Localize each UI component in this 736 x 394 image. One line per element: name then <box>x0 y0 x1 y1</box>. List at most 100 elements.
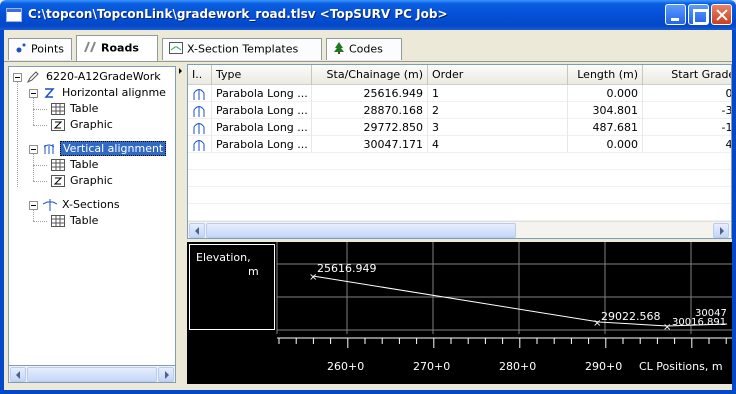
table-row[interactable]: Parabola Long ...28870.1682304.801-3.0 <box>188 102 731 119</box>
roads-tree[interactable]: 6220-A12GradeWork Horizontal alignme Tab… <box>8 66 176 366</box>
table-cell[interactable]: -3.0 <box>643 102 731 119</box>
scroll-right-button[interactable] <box>158 367 174 382</box>
table-cell[interactable]: 30047.171 <box>312 136 428 153</box>
table-cell[interactable]: -1.5 <box>643 119 731 136</box>
tab-codes-label: Codes <box>349 42 383 56</box>
column-header-length[interactable]: Length (m) <box>568 65 643 85</box>
table-cell[interactable]: 0.0 <box>643 85 732 102</box>
parabola-icon <box>188 85 212 102</box>
y-axis-box: Elevation, m <box>189 244 275 330</box>
tree-x-table-label: Table <box>70 214 99 227</box>
x-axis-label: CL Positions, m <box>639 360 723 373</box>
collapse-icon[interactable] <box>29 201 38 210</box>
y-axis-label: Elevation, m <box>196 251 259 279</box>
scroll-thumb[interactable] <box>206 223 516 238</box>
table-cell[interactable]: Parabola Long ... <box>212 119 312 136</box>
x-tick-label: 280+0 <box>499 360 537 373</box>
tree-root-label: 6220-A12GradeWork <box>46 70 161 83</box>
vertical-alignment-icon <box>43 143 55 154</box>
point-label: 25616.949 <box>317 262 377 275</box>
xsections-icon <box>43 198 57 211</box>
minimize-button[interactable] <box>665 4 686 25</box>
tree-v-table-label: Table <box>70 158 99 171</box>
table-cell[interactable]: 29772.850 <box>312 119 428 136</box>
table-icon <box>51 102 65 115</box>
tree-v-graphic-label: Graphic <box>70 174 113 187</box>
table-cell[interactable]: Parabola Long ... <box>212 136 312 153</box>
pencil-icon <box>27 70 39 83</box>
x-tick-label: 290+0 <box>585 360 623 373</box>
y-axis-title-line1: Elevation, <box>196 251 251 264</box>
table-horizontal-scrollbar[interactable] <box>188 221 731 238</box>
svg-text:×: × <box>663 322 671 333</box>
table-cell[interactable]: 2 <box>428 102 568 119</box>
table-row[interactable]: Parabola Long ...25616.94910.0000.0 <box>188 85 732 102</box>
table-cell[interactable]: 4.5 <box>643 136 732 153</box>
tab-codes[interactable]: Codes <box>326 38 402 60</box>
graphic-icon <box>51 118 65 131</box>
collapse-icon[interactable] <box>13 73 22 82</box>
tab-roads-label: Roads <box>101 41 139 55</box>
table-cell[interactable]: 1 <box>428 85 568 102</box>
close-button[interactable] <box>711 4 732 25</box>
point-label: 29022.568 <box>601 310 661 323</box>
tree-vertical-label: Vertical alignment <box>60 141 167 156</box>
tree-horizontal-scrollbar[interactable] <box>8 366 176 383</box>
tab-roads[interactable]: Roads <box>76 35 158 61</box>
column-header-index[interactable]: I.. <box>188 65 212 85</box>
codes-icon <box>333 42 345 57</box>
tab-strip: Points Roads X-Section Templates Codes <box>4 32 732 62</box>
column-header-start-grade[interactable]: Start Grade ( <box>643 65 731 85</box>
tab-xsection-templates-label: X-Section Templates <box>187 42 299 56</box>
tab-panel-border <box>4 61 732 62</box>
table-cell[interactable]: 304.801 <box>568 102 643 119</box>
alignment-table[interactable]: I.. Type Sta/Chainage (m) Order Length (… <box>187 64 732 239</box>
table-row[interactable]: Parabola Long ...29772.8503487.681-1.5 <box>188 119 731 136</box>
parabola-icon <box>188 102 212 119</box>
table-cell[interactable]: 0.000 <box>568 136 643 153</box>
title-bar[interactable]: C:\topcon\TopconLink\gradework_road.tlsv… <box>0 0 736 30</box>
table-icon <box>51 158 65 171</box>
roads-icon <box>83 41 97 56</box>
table-cell[interactable]: 3 <box>428 119 568 136</box>
y-axis-title-line2: m <box>248 265 259 278</box>
point-label: 30047 <box>695 308 727 319</box>
x-tick-label: 270+0 <box>413 360 451 373</box>
table-header: I.. Type Sta/Chainage (m) Order Length (… <box>188 65 731 85</box>
table-cell[interactable]: Parabola Long ... <box>212 85 312 102</box>
column-header-station[interactable]: Sta/Chainage (m) <box>312 65 428 85</box>
table-cell[interactable]: 4 <box>428 136 568 153</box>
window-title: C:\topcon\TopconLink\gradework_road.tlsv… <box>28 7 448 21</box>
scroll-left-button[interactable] <box>189 223 205 238</box>
x-tick-label: 260+0 <box>327 360 365 373</box>
parabola-icon <box>188 119 212 136</box>
column-header-type[interactable]: Type <box>212 65 312 85</box>
table-cell[interactable]: 487.681 <box>568 119 643 136</box>
table-cell[interactable]: Parabola Long ... <box>212 102 312 119</box>
scroll-thumb[interactable] <box>27 367 157 382</box>
table-icon <box>51 214 65 227</box>
table-cell[interactable]: 28870.168 <box>312 102 428 119</box>
scroll-left-button[interactable] <box>10 367 26 382</box>
horizontal-alignment-icon <box>44 87 55 98</box>
tree-xsections-label: X-Sections <box>62 198 120 211</box>
maximize-button[interactable] <box>688 4 709 25</box>
column-header-order[interactable]: Order <box>428 65 568 85</box>
vertical-profile-plot[interactable]: × × × Elevation, m 25616.949 29022.568 3… <box>187 242 732 384</box>
tree-h-graphic-label: Graphic <box>70 118 113 131</box>
app-icon <box>6 8 22 22</box>
pane-splitter[interactable] <box>176 62 186 384</box>
table-cell[interactable]: 25616.949 <box>312 85 428 102</box>
collapse-icon[interactable] <box>29 89 38 98</box>
tab-xsection-templates[interactable]: X-Section Templates <box>162 38 322 60</box>
window-frame-right <box>732 30 736 394</box>
tab-points[interactable]: Points <box>8 38 72 60</box>
collapse-icon[interactable] <box>29 145 38 154</box>
table-row[interactable]: Parabola Long ...30047.17140.0004.5 <box>188 136 732 153</box>
tree-h-table-label: Table <box>70 102 99 115</box>
window-frame-bottom <box>0 390 736 394</box>
scroll-right-button[interactable] <box>713 223 729 238</box>
chevron-right-icon <box>179 68 182 74</box>
table-cell[interactable]: 0.000 <box>568 85 643 102</box>
window-frame-left <box>0 30 4 394</box>
